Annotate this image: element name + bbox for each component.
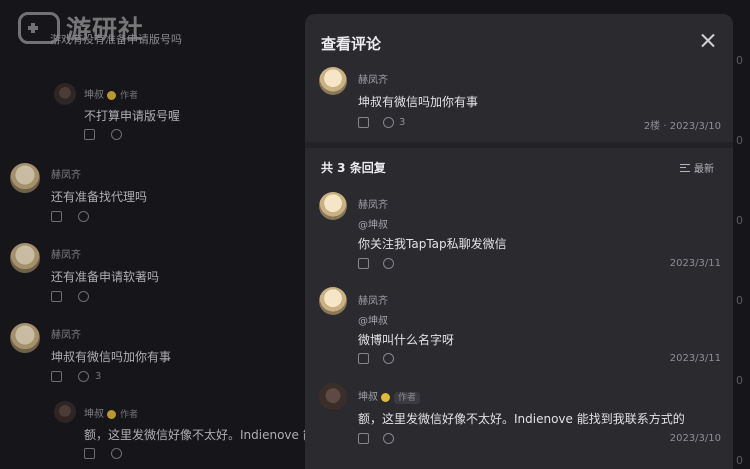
sort-icon xyxy=(680,163,690,172)
avatar[interactable] xyxy=(319,287,347,315)
main-comment-actions: 3 xyxy=(358,117,405,128)
comment-icon[interactable] xyxy=(383,117,394,128)
main-comment-meta: 2楼 · 2023/3/10 xyxy=(643,121,721,132)
divider xyxy=(305,142,733,148)
sort-label: 最新 xyxy=(694,164,714,175)
reply-date: 2023/3/11 xyxy=(669,353,721,364)
reply-text: 额，这里发微信好像不太好。Indienove 能找到我联系方式的 xyxy=(358,412,685,426)
reply-date: 2023/3/11 xyxy=(669,258,721,269)
comment-icon[interactable] xyxy=(383,433,394,444)
like-icon[interactable] xyxy=(358,258,369,269)
avatar[interactable] xyxy=(319,67,347,95)
avatar[interactable] xyxy=(319,383,347,411)
app-root: 游研社 游戏有没有准备申请版号吗 坤叔 作者 不打算申请版号喔 赫凤齐 还有准备找… xyxy=(0,0,750,469)
comment-icon[interactable] xyxy=(383,353,394,364)
reply-username: 赫凤齐 xyxy=(358,296,388,307)
reply-actions xyxy=(358,433,394,444)
like-icon[interactable] xyxy=(358,433,369,444)
author-tag: 作者 xyxy=(394,392,421,404)
reply-text: 你关注我TapTap私聊发微信 xyxy=(358,237,507,251)
reply-username: 赫凤齐 xyxy=(358,200,388,211)
reply-actions xyxy=(358,258,394,269)
replies-title: 共 3 条回复 xyxy=(321,161,386,175)
reply-mention[interactable]: @坤叔 xyxy=(358,216,388,231)
main-comment-username: 赫凤齐 xyxy=(358,75,388,86)
reply-count: 3 xyxy=(399,117,406,128)
sort-button[interactable]: 最新 xyxy=(680,160,714,175)
main-comment-text: 坤叔有微信吗加你有事 xyxy=(358,95,479,109)
like-icon[interactable] xyxy=(358,117,369,128)
comment-icon[interactable] xyxy=(383,258,394,269)
comment-detail-panel: 查看评论 赫凤齐 坤叔有微信吗加你有事 3 2楼 · 2023/3/10 共 3… xyxy=(305,14,733,469)
panel-title: 查看评论 xyxy=(321,35,382,53)
reply-username: 坤叔 作者 xyxy=(358,388,421,404)
reply-mention[interactable]: @坤叔 xyxy=(358,312,388,327)
avatar[interactable] xyxy=(319,192,347,220)
reply-actions xyxy=(358,353,394,364)
badge-icon xyxy=(381,392,390,402)
close-icon[interactable] xyxy=(697,30,719,52)
reply-text: 微博叫什么名字呀 xyxy=(358,333,455,347)
like-icon[interactable] xyxy=(358,353,369,364)
reply-date: 2023/3/10 xyxy=(669,433,721,444)
